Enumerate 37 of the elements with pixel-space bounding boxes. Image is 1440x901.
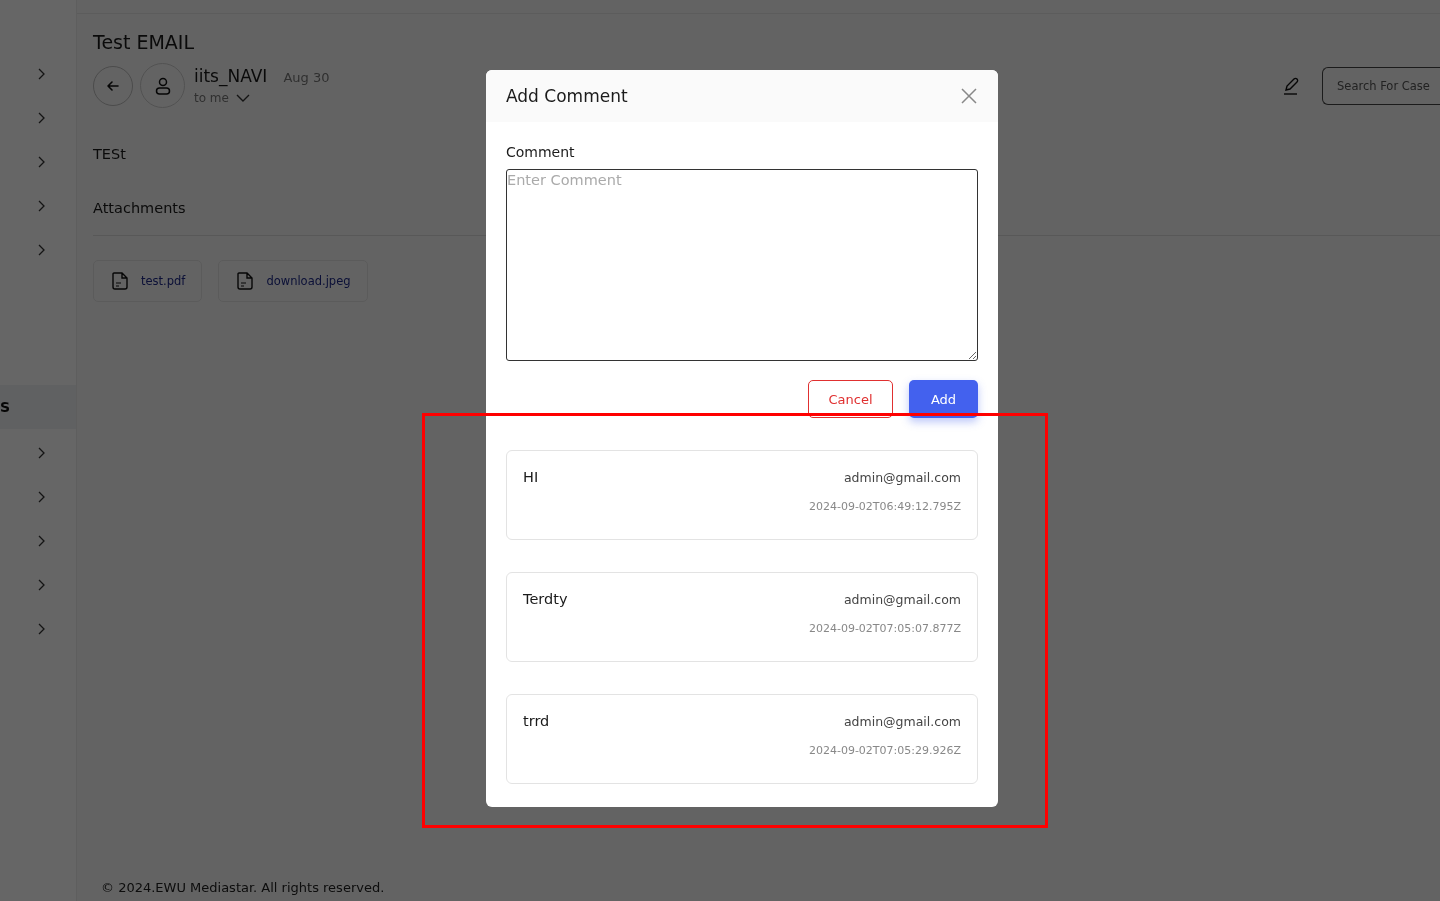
search-field[interactable]: Search For Case [1322,66,1440,105]
chevron-right-icon [36,199,46,213]
chevron-right-icon [36,490,46,504]
sidebar-item[interactable]: S [0,385,76,429]
chevron-right-icon [36,622,46,636]
comment-text: trrd [523,713,550,729]
dialog-title: Add Comment [506,86,628,106]
add-button[interactable]: Add [909,380,978,418]
field-label: Comment [506,144,576,160]
chevron-down-icon [235,93,250,103]
chevron-right-icon [36,155,46,169]
chevron-right-icon [36,111,46,125]
attachment-chip[interactable]: download.jpeg [218,260,368,302]
attachment-chip[interactable]: test.pdf [93,260,203,302]
email-title: Test EMAIL [93,31,196,53]
chevron-right-icon [36,67,46,81]
sender-name: iits_NAVI [194,66,268,86]
comment-field[interactable]: Enter Comment [506,169,978,361]
chevron-right-icon [36,534,46,548]
footer-text: © 2024.EWU Mediastar. All rights reserved. [100,880,385,897]
pencil-icon[interactable] [1282,76,1300,95]
comment-time: 2024-09-02T07:05:07.877Z [808,622,961,635]
chevron-right-icon [36,578,46,592]
comment-text: Terdty [523,591,568,607]
chevron-right-icon [36,446,46,460]
comment-text: HI [523,469,539,485]
comment-time: 2024-09-02T06:49:12.795Z [808,500,961,513]
comment-author: admin@gmail.com [843,591,961,607]
chevron-right-icon [36,243,46,257]
comment-author: admin@gmail.com [843,469,961,485]
person-icon [153,75,172,96]
document-icon [235,271,256,291]
comment-author: admin@gmail.com [843,713,961,729]
email-body: TESt [93,146,126,162]
close-icon[interactable] [960,87,978,105]
comment-time: 2024-09-02T07:05:29.926Z [808,744,961,757]
document-icon [110,271,130,291]
